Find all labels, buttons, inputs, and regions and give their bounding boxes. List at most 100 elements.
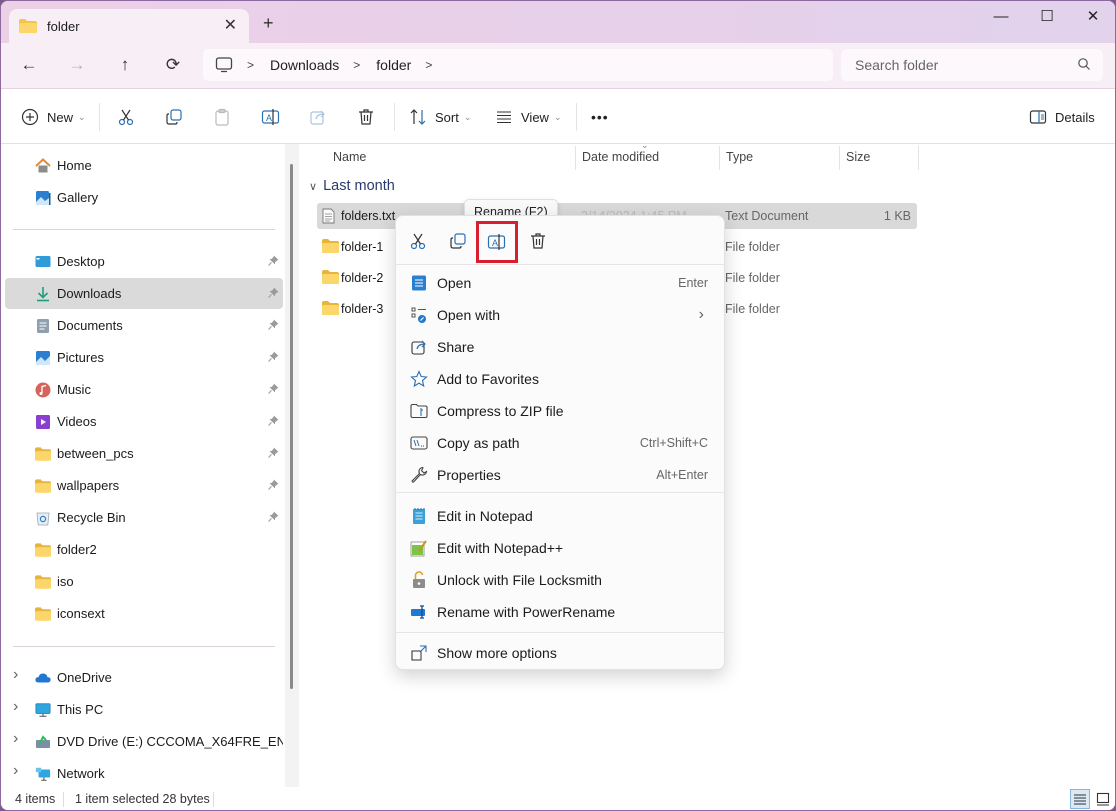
pin-icon[interactable]	[268, 479, 279, 490]
context-rename-button[interactable]: A	[476, 221, 518, 263]
pin-icon[interactable]	[268, 447, 279, 458]
copy-button[interactable]	[165, 103, 183, 131]
file-explorer-window: folder ✕ + — ☐ ✕ ← → ↑ ⟳ > Downloads > f…	[0, 0, 1116, 811]
pin-icon[interactable]	[268, 255, 279, 266]
sort-button[interactable]: Sort ⌄	[409, 103, 471, 131]
rename-button[interactable]: A	[261, 103, 281, 131]
sidebar-item-label: Pictures	[57, 350, 104, 365]
column-divider[interactable]	[575, 146, 576, 170]
sidebar-item-iconsext[interactable]: iconsext	[5, 598, 283, 629]
context-item-compress-to-zip-file[interactable]: Compress to ZIP file	[402, 396, 720, 426]
column-divider[interactable]	[719, 146, 720, 170]
context-item-properties[interactable]: Properties Alt+Enter	[402, 460, 720, 490]
address-bar[interactable]: > Downloads > folder >	[203, 49, 833, 81]
powerrename-icon	[410, 603, 428, 621]
view-button[interactable]: View ⌄	[495, 103, 562, 131]
up-button[interactable]: ↑	[111, 53, 139, 77]
paste-button[interactable]	[213, 103, 231, 131]
context-item-copy-as-path[interactable]: Copy as path Ctrl+Shift+C	[402, 428, 720, 458]
folder-icon	[35, 606, 51, 622]
sidebar-item-documents[interactable]: Documents	[5, 310, 283, 341]
context-copy-button[interactable]	[444, 228, 472, 254]
context-item-edit-in-notepad[interactable]: Edit in Notepad	[402, 501, 720, 531]
chevron-right-icon[interactable]: ›	[13, 666, 18, 684]
folder-icon	[322, 270, 339, 284]
context-item-share[interactable]: Share	[402, 332, 720, 362]
context-item-add-to-favorites[interactable]: Add to Favorites	[402, 364, 720, 394]
cut-button[interactable]	[117, 103, 135, 131]
chevron-down-icon: ⌄	[463, 111, 472, 122]
context-item-show-more-options[interactable]: Show more options	[402, 638, 720, 668]
divider	[13, 229, 275, 230]
sidebar-item-gallery[interactable]: Gallery	[5, 182, 283, 213]
sidebar-item-home[interactable]: Home	[5, 150, 283, 181]
column-divider[interactable]	[839, 146, 840, 170]
new-button[interactable]: New ⌄	[21, 103, 86, 131]
context-item-unlock-with-file-locksmith[interactable]: Unlock with File Locksmith	[402, 565, 720, 595]
minimize-button[interactable]: —	[981, 5, 1021, 29]
details-pane-button[interactable]: Details	[1029, 103, 1095, 131]
back-button[interactable]: ←	[15, 53, 43, 77]
chevron-right-icon[interactable]: >	[425, 58, 432, 72]
pin-icon[interactable]	[268, 351, 279, 362]
pin-icon[interactable]	[268, 287, 279, 298]
chevron-right-icon: ›	[698, 306, 704, 323]
column-header-name[interactable]: Name	[333, 144, 366, 170]
sidebar-item-music[interactable]: Music	[5, 374, 283, 405]
close-tab-icon[interactable]: ✕	[224, 15, 237, 35]
sidebar-item-onedrive[interactable]: › OneDrive	[5, 662, 283, 693]
sidebar-item-iso[interactable]: iso	[5, 566, 283, 597]
details-view-toggle[interactable]	[1070, 789, 1090, 809]
forward-button[interactable]: →	[63, 53, 91, 77]
pin-icon[interactable]	[268, 383, 279, 394]
more-options-button[interactable]: •••	[591, 103, 609, 131]
sidebar-item-pictures[interactable]: Pictures	[5, 342, 283, 373]
sidebar-item-desktop[interactable]: Desktop	[5, 246, 283, 277]
tab-folder[interactable]: folder ✕	[9, 9, 249, 43]
group-header-last-month[interactable]: ∨ Last month	[309, 178, 395, 194]
sidebar-item-downloads[interactable]: Downloads	[5, 278, 283, 309]
column-header-type[interactable]: Type	[726, 144, 753, 170]
chevron-right-icon[interactable]: ›	[13, 698, 18, 716]
desktop-icon	[35, 254, 51, 270]
share-button[interactable]	[309, 103, 327, 131]
sidebar-item-folder2[interactable]: folder2	[5, 534, 283, 565]
context-delete-button[interactable]	[524, 228, 552, 254]
chevron-right-icon[interactable]: ›	[13, 730, 18, 748]
context-item-edit-with-notepad[interactable]: Edit with Notepad++	[402, 533, 720, 563]
sidebar-item-this-pc[interactable]: › This PC	[5, 694, 283, 725]
sidebar-item-recycle-bin[interactable]: Recycle Bin	[5, 502, 283, 533]
refresh-button[interactable]: ⟳	[159, 53, 187, 77]
sidebar-scrollbar[interactable]	[290, 164, 293, 689]
sidebar-item-videos[interactable]: Videos	[5, 406, 283, 437]
context-cut-button[interactable]	[404, 228, 432, 254]
sidebar-item-between-pcs[interactable]: between_pcs	[5, 438, 283, 469]
context-item-open[interactable]: Open Enter	[402, 268, 720, 298]
text-file-icon	[322, 208, 335, 224]
clipboard-icon	[213, 108, 231, 126]
breadcrumb-downloads[interactable]: Downloads	[270, 57, 339, 73]
sidebar-item-dvd-drive-e-cccoma-x64fr[interactable]: › DVD Drive (E:) CCCOMA_X64FRE_EN-US_DV	[5, 726, 283, 757]
sort-icon	[409, 108, 427, 126]
status-bar: 4 items 1 item selected 28 bytes	[1, 787, 1115, 810]
context-item-rename-with-powerrename[interactable]: Rename with PowerRename	[402, 597, 720, 627]
pin-icon[interactable]	[268, 511, 279, 522]
pin-icon[interactable]	[268, 319, 279, 330]
breadcrumb-folder[interactable]: folder	[376, 57, 411, 73]
column-divider[interactable]	[918, 146, 919, 170]
large-icons-view-toggle[interactable]	[1093, 789, 1113, 809]
search-input[interactable]: Search folder	[841, 49, 1103, 81]
chevron-right-icon[interactable]: ›	[13, 762, 18, 780]
sidebar-item-label: folder2	[57, 542, 97, 557]
new-tab-button[interactable]: +	[263, 13, 274, 34]
shortcut-hint: Alt+Enter	[656, 468, 708, 482]
sidebar-item-network[interactable]: › Network	[5, 758, 283, 789]
maximize-button[interactable]: ☐	[1027, 5, 1067, 29]
context-item-open-with[interactable]: Open with ›	[402, 300, 720, 330]
delete-button[interactable]	[357, 103, 375, 131]
sidebar-item-wallpapers[interactable]: wallpapers	[5, 470, 283, 501]
navigation-bar: ← → ↑ ⟳ > Downloads > folder > Search fo…	[1, 43, 1115, 89]
pin-icon[interactable]	[268, 415, 279, 426]
column-header-size[interactable]: Size	[846, 144, 870, 170]
close-button[interactable]: ✕	[1073, 5, 1113, 29]
